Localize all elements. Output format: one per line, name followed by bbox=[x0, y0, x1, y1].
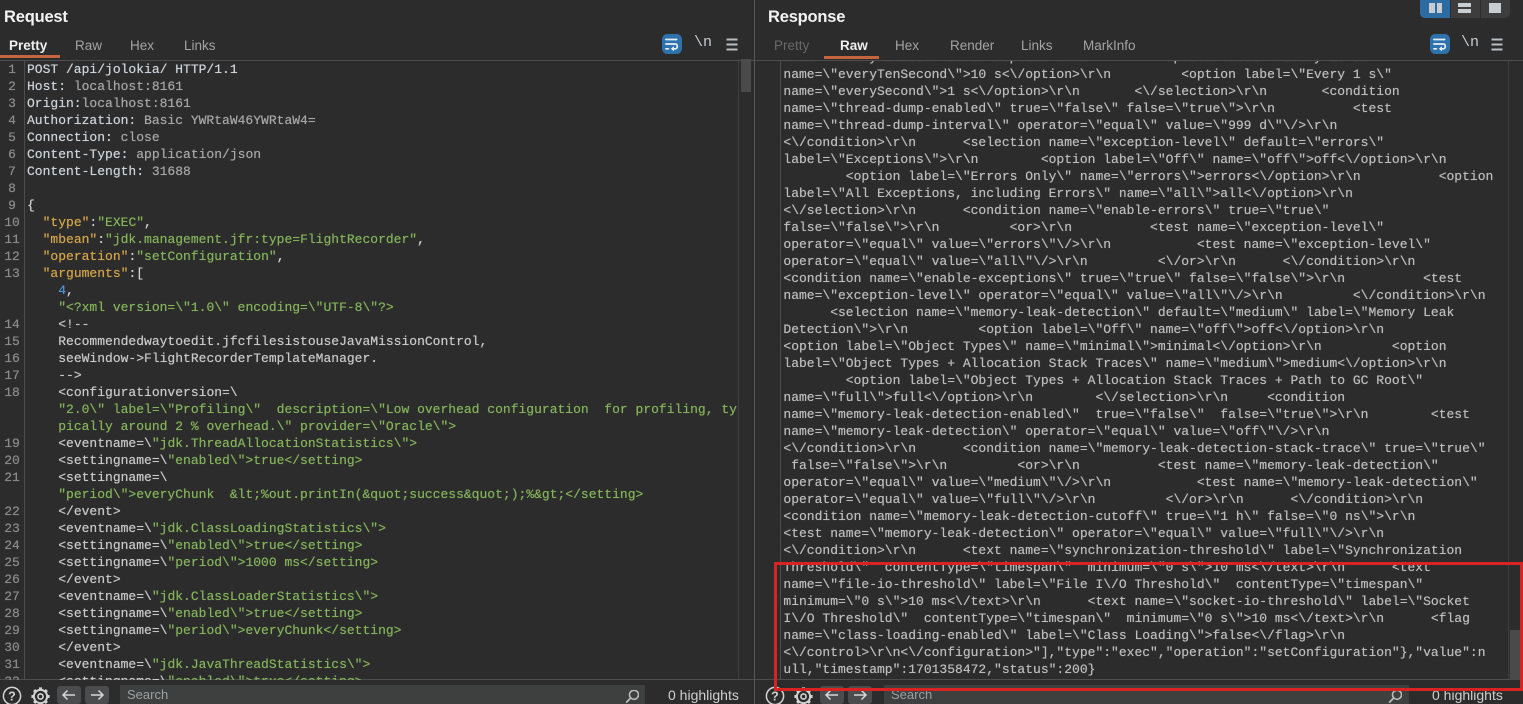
svg-text:?: ? bbox=[8, 689, 16, 703]
svg-text:?: ? bbox=[771, 689, 779, 703]
